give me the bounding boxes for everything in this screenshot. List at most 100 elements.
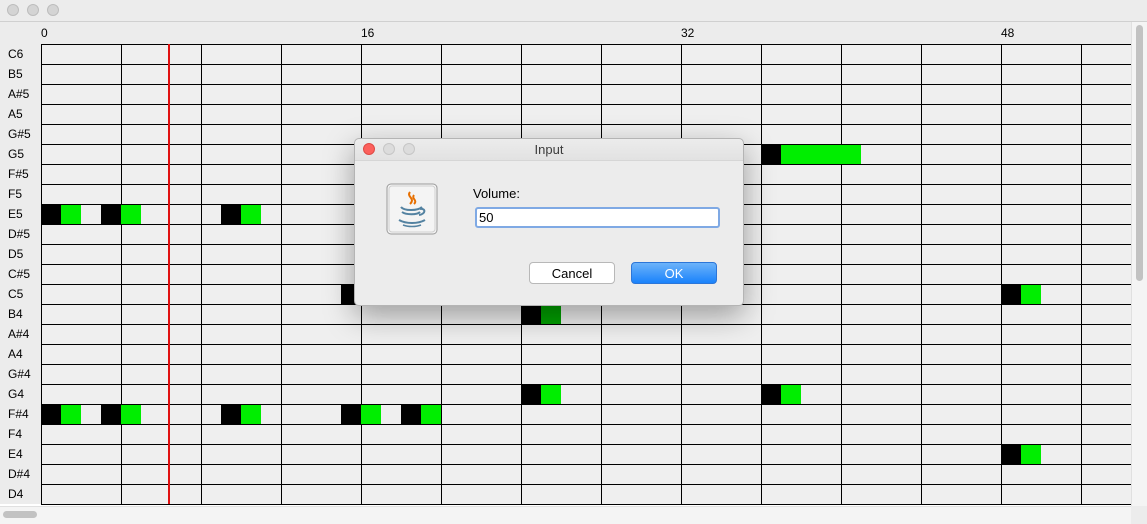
pitch-label: E5 (8, 207, 23, 221)
window-titlebar (0, 0, 1147, 22)
pitch-label: F#5 (8, 167, 29, 181)
pitch-label: C6 (8, 47, 24, 61)
note-head (761, 385, 781, 404)
pitch-label: D4 (8, 487, 24, 501)
note-tail (541, 305, 561, 324)
pitch-label: C#5 (8, 267, 31, 281)
minimize-window-button[interactable] (27, 4, 39, 16)
horizontal-scrollbar[interactable] (0, 506, 1131, 524)
note-tail (781, 385, 801, 404)
note-head (101, 205, 121, 224)
note-block[interactable] (41, 205, 81, 224)
pitch-label: A5 (8, 107, 23, 121)
grid-bar-line (201, 44, 202, 504)
pitch-labels: C6 B5 A#5 A5 G#5 G5 F#5 F5 E5 D#5 D5 C#5 C5 B4 A#4 A4 G#… (0, 44, 41, 504)
note-head (41, 205, 61, 224)
grid-row-line (41, 344, 1131, 345)
horizontal-scroll-thumb[interactable] (3, 511, 37, 518)
grid-row-line (41, 424, 1131, 425)
pitch-label: G4 (8, 387, 25, 401)
vertical-scrollbar[interactable] (1131, 22, 1147, 506)
note-head (1001, 285, 1021, 304)
note-block[interactable] (761, 145, 861, 164)
pitch-label: G5 (8, 147, 25, 161)
grid-row-line (41, 104, 1131, 105)
dialog-title: Input (534, 142, 564, 157)
grid-bar-line (1001, 44, 1002, 504)
grid-bar-line (121, 44, 122, 504)
dialog-titlebar: Input (355, 139, 743, 161)
note-tail (241, 205, 261, 224)
grid-row-line (41, 384, 1131, 385)
playhead[interactable] (168, 44, 170, 504)
note-tail (421, 405, 441, 424)
note-block[interactable] (101, 205, 141, 224)
note-block[interactable] (101, 405, 141, 424)
grid-bar-line (841, 44, 842, 504)
pitch-label: B5 (8, 67, 23, 81)
note-head (41, 405, 61, 424)
note-block[interactable] (221, 405, 261, 424)
note-block[interactable] (761, 385, 801, 404)
pitch-label: F#4 (8, 407, 29, 421)
ruler-label-0: 0 (41, 26, 48, 40)
note-tail (781, 145, 861, 164)
cancel-button[interactable]: Cancel (529, 262, 615, 284)
note-block[interactable] (1001, 285, 1041, 304)
ok-button[interactable]: OK (631, 262, 717, 284)
vertical-scroll-thumb[interactable] (1136, 25, 1143, 281)
input-dialog: Input Volume: Cancel OK (354, 138, 744, 306)
note-block[interactable] (1001, 445, 1041, 464)
pitch-label: A#4 (8, 327, 30, 341)
note-head (221, 205, 241, 224)
ruler-label-48: 48 (1001, 26, 1015, 40)
note-tail (361, 405, 381, 424)
pitch-label: E4 (8, 447, 23, 461)
note-head (761, 145, 781, 164)
note-block[interactable] (521, 385, 561, 404)
grid-row-line (41, 44, 1131, 45)
note-tail (541, 385, 561, 404)
note-head (521, 385, 541, 404)
zoom-window-button[interactable] (47, 4, 59, 16)
grid-row-line (41, 324, 1131, 325)
ruler-label-32: 32 (681, 26, 695, 40)
pitch-label: D5 (8, 247, 24, 261)
note-head (1001, 445, 1021, 464)
note-head (221, 405, 241, 424)
pitch-label: F4 (8, 427, 23, 441)
grid-row-line (41, 504, 1131, 505)
note-block[interactable] (221, 205, 261, 224)
grid-row-line (41, 464, 1131, 465)
note-block[interactable] (401, 405, 441, 424)
note-head (521, 305, 541, 324)
note-tail (241, 405, 261, 424)
pitch-label: A#5 (8, 87, 30, 101)
grid-bar-line (281, 44, 282, 504)
grid-bar-line (761, 44, 762, 504)
note-tail (61, 205, 81, 224)
java-coffee-cup-icon (386, 183, 438, 235)
pitch-label: D#4 (8, 467, 31, 481)
close-window-button[interactable] (7, 4, 19, 16)
note-block[interactable] (521, 305, 561, 324)
note-block[interactable] (41, 405, 81, 424)
grid-row-line (41, 124, 1131, 125)
volume-label: Volume: (473, 186, 520, 201)
grid-row-line (41, 84, 1131, 85)
pitch-label: G#5 (8, 127, 31, 141)
grid-row-line (41, 444, 1131, 445)
grid-row-line (41, 484, 1131, 485)
note-tail (1021, 445, 1041, 464)
grid-bar-line (41, 44, 42, 504)
note-head (341, 405, 361, 424)
pitch-label: B4 (8, 307, 23, 321)
note-block[interactable] (341, 405, 381, 424)
note-tail (121, 205, 141, 224)
pitch-label: D#5 (8, 227, 31, 241)
pitch-label: F5 (8, 187, 23, 201)
pitch-label: G#4 (8, 367, 31, 381)
note-tail (1021, 285, 1041, 304)
note-tail (121, 405, 141, 424)
volume-input[interactable] (475, 207, 720, 228)
